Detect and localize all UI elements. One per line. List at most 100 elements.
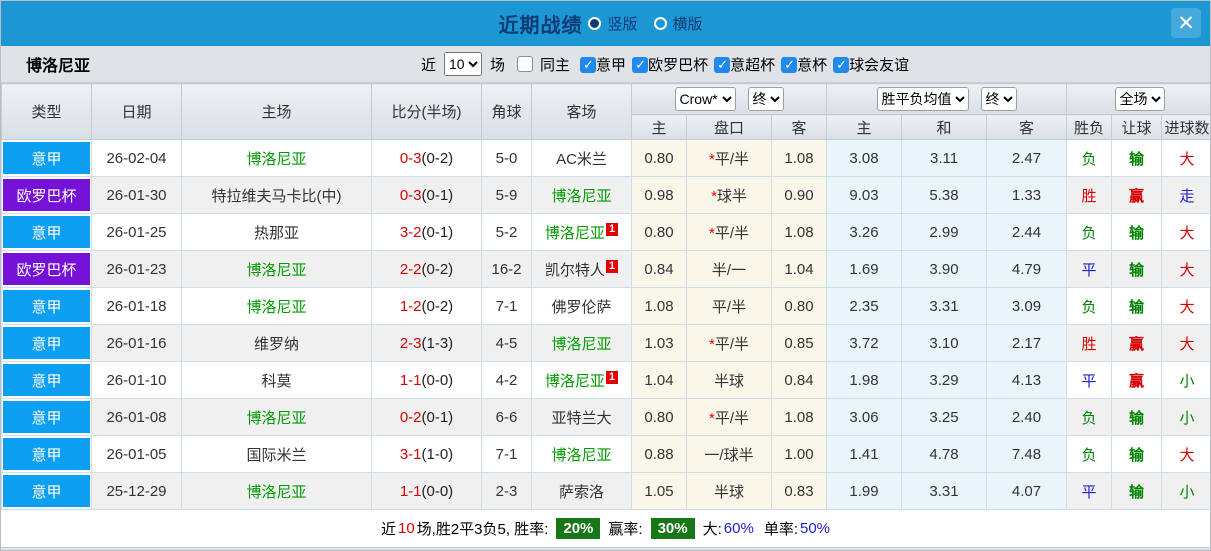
score-cell: 2-2(0-2) (371, 250, 482, 288)
mean-lose: 1.33 (986, 176, 1068, 214)
away-team-name: 博洛尼亚 (551, 187, 612, 205)
odds-time-select[interactable]: 终 (747, 87, 784, 111)
full-time-score: 2-3 (399, 334, 422, 352)
home-team-name: 科莫 (261, 372, 292, 390)
red-card-badge: 1 (605, 259, 619, 273)
half-time-score: (1-3) (421, 334, 454, 352)
competition-checkbox[interactable] (714, 56, 731, 73)
handicap-result-cell: 输 (1111, 139, 1163, 177)
mean-lose: 7.48 (986, 435, 1068, 473)
competition-checkbox[interactable] (632, 56, 649, 73)
horizontal-layout-label[interactable]: 横版 (673, 13, 703, 34)
half-time-score: (0-2) (421, 149, 454, 167)
away-team: 博洛尼亚 1 (531, 361, 632, 399)
close-icon[interactable]: ✕ (1171, 8, 1201, 38)
league-cell: 欧罗巴杯 (1, 176, 92, 214)
league-badge: 欧罗巴杯 (3, 253, 90, 285)
table-row: 意甲 26-01-10 科莫 1-1(0-0) 4-2 博洛尼亚 1 1.04 半球 0.84 1.… (1, 361, 1210, 399)
handicap-text: 平/半 (714, 335, 749, 353)
away-team: 博洛尼亚 (531, 176, 632, 214)
competition-label[interactable]: 意超杯 (730, 57, 775, 74)
vertical-layout-radio[interactable] (588, 17, 602, 30)
handicap-text: 半球 (713, 483, 744, 501)
league-cell: 意甲 (1, 472, 92, 510)
home-team-name: 国际米兰 (246, 446, 307, 464)
odds-away: 1.08 (770, 139, 828, 177)
handicap-result-cell: 输 (1111, 472, 1163, 510)
home-team-name: 博洛尼亚 (246, 150, 307, 168)
handicap-text: 平/半 (714, 409, 749, 427)
full-time-score: 3-1 (399, 445, 422, 463)
half-time-score: (0-2) (421, 297, 454, 315)
odds-away: 0.85 (770, 324, 828, 362)
odds-home: 1.08 (631, 287, 687, 325)
goals-result-cell: 大 (1161, 324, 1210, 362)
horizontal-layout-radio[interactable] (653, 17, 667, 30)
bookmaker-select[interactable]: Crow* (674, 87, 736, 111)
full-time-score: 1-1 (399, 371, 422, 389)
handicap-result-cell: 输 (1111, 287, 1163, 325)
same-home-label[interactable]: 同主 (540, 54, 570, 75)
handicap-line: 半球 (686, 472, 772, 510)
away-team: 萨索洛 (531, 472, 632, 510)
league-badge: 意甲 (3, 475, 90, 507)
filters-group: 近 10 场 同主 意甲 欧罗巴杯 意超杯 意杯 球会友谊 (421, 52, 909, 76)
away-team-name: 亚特兰大 (551, 409, 612, 427)
goals-result-cell: 大 (1161, 139, 1210, 177)
mean-time-select[interactable]: 终 (980, 87, 1017, 111)
result-cell: 胜 (1066, 324, 1113, 362)
away-team-name: 博洛尼亚 (551, 446, 612, 464)
away-team: 博洛尼亚 1 (531, 213, 632, 251)
table-row: 意甲 26-01-18 博洛尼亚 1-2(0-2) 7-1 佛罗伦萨 1.08 平/半 0.80… (1, 287, 1210, 325)
mean-draw: 3.29 (901, 361, 988, 399)
home-team: 科莫 (181, 361, 372, 399)
mean-lose: 3.09 (986, 287, 1068, 325)
handicap-line: *平/半 (686, 324, 772, 362)
competition-checkbox[interactable] (833, 56, 850, 73)
recent-count-select[interactable]: 10 (444, 52, 483, 76)
result-cell: 平 (1066, 361, 1113, 399)
competition-checkbox[interactable] (781, 56, 798, 73)
handicap-result-cell: 输 (1111, 398, 1163, 436)
odds-home: 0.84 (631, 250, 687, 288)
col-header-corner: 角球 (481, 83, 532, 140)
results-tbody: 意甲 26-02-04 博洛尼亚 0-3(0-2) 5-0 AC米兰 0.80 *平/半 1.0… (1, 139, 1210, 510)
corner-score: 7-1 (481, 287, 532, 325)
competition-label[interactable]: 欧罗巴杯 (648, 57, 708, 74)
result-cell: 负 (1066, 398, 1113, 436)
mean-type-select[interactable]: 胜平负均值 (876, 87, 969, 111)
match-scope-select[interactable]: 全场 (1114, 87, 1165, 111)
home-team-name: 博洛尼亚 (246, 298, 307, 316)
competition-label[interactable]: 意甲 (596, 57, 626, 74)
competition-label[interactable]: 球会友谊 (849, 57, 909, 74)
home-team: 热那亚 (181, 213, 372, 251)
competition-checkbox-list: 意甲 欧罗巴杯 意超杯 意杯 球会友谊 (574, 54, 909, 75)
match-date: 26-01-18 (91, 287, 182, 325)
col-header-type: 类型 (1, 83, 92, 140)
vertical-layout-label[interactable]: 竖版 (607, 13, 637, 34)
full-time-score: 0-3 (399, 149, 422, 167)
league-cell: 意甲 (1, 287, 92, 325)
league-badge: 意甲 (3, 216, 90, 248)
mean-win: 1.99 (826, 472, 903, 510)
odds-home: 0.80 (631, 139, 687, 177)
title-bar: 近期战绩 竖版 横版 ✕ (1, 1, 1210, 46)
mean-win: 1.41 (826, 435, 903, 473)
handicap-line: *平/半 (686, 213, 772, 251)
mean-lose: 2.40 (986, 398, 1068, 436)
full-time-score: 0-2 (399, 408, 422, 426)
match-date: 26-01-16 (91, 324, 182, 362)
home-team: 博洛尼亚 (181, 398, 372, 436)
league-badge: 意甲 (3, 290, 90, 322)
handicap-result-cell: 输 (1111, 250, 1163, 288)
competition-checkbox[interactable] (580, 56, 597, 73)
same-home-checkbox[interactable] (517, 56, 534, 72)
corner-score: 4-5 (481, 324, 532, 362)
away-team-name: 凯尔特人 (544, 261, 605, 279)
handicap-result-cell: 输 (1111, 435, 1163, 473)
competition-label[interactable]: 意杯 (797, 57, 827, 74)
home-team: 博洛尼亚 (181, 139, 372, 177)
odds-home: 0.98 (631, 176, 687, 214)
col-header-date: 日期 (91, 83, 182, 140)
result-cell: 负 (1066, 139, 1113, 177)
